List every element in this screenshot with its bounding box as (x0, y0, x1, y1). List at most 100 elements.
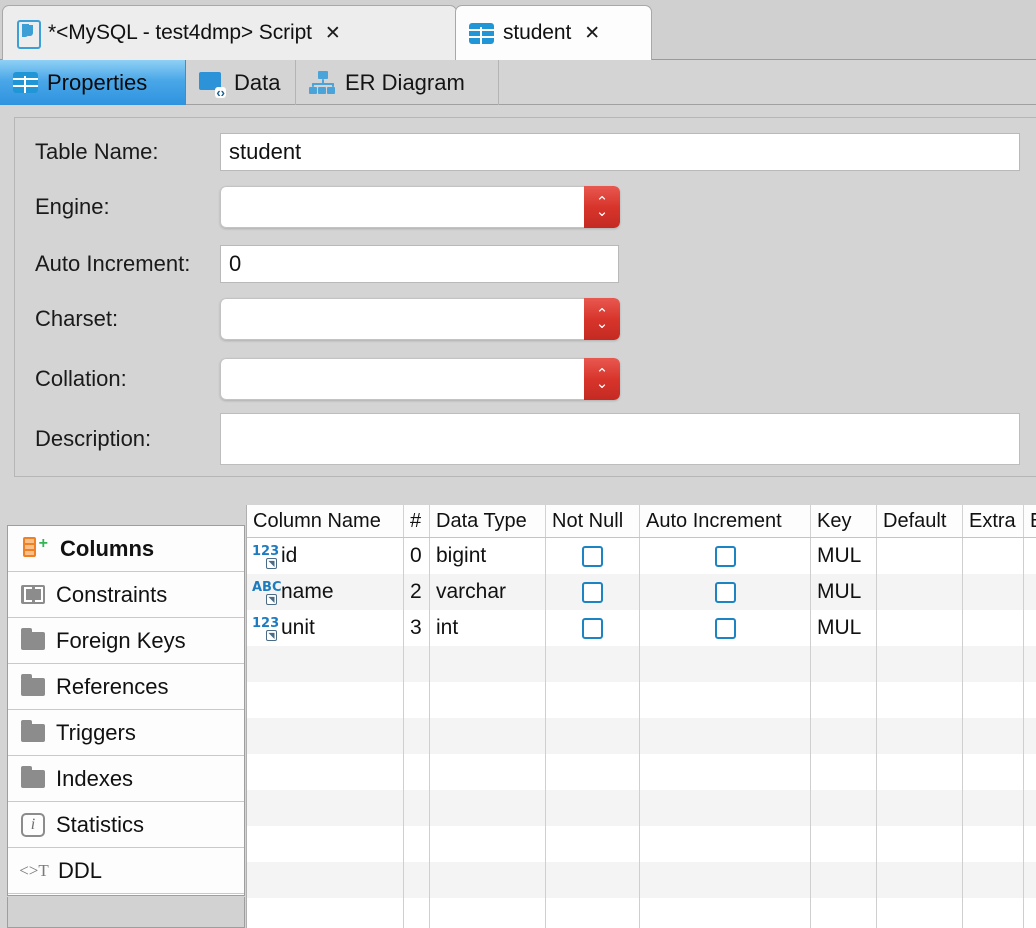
charset-combo[interactable]: ⌃ ⌄ (220, 298, 620, 340)
cell-empty[interactable] (404, 790, 430, 826)
cell-ordinal[interactable]: 0 (404, 538, 430, 574)
cell-empty[interactable] (963, 754, 1024, 790)
cell-empty[interactable] (247, 682, 404, 718)
not-null-checkbox[interactable] (582, 617, 603, 639)
cell-empty[interactable] (963, 646, 1024, 682)
grid-header-cell[interactable]: Extra (963, 505, 1024, 537)
cell-default[interactable] (877, 574, 963, 610)
cell-empty[interactable] (247, 646, 404, 682)
chevron-down-icon[interactable]: ⌄ (596, 204, 609, 219)
cell-empty[interactable] (247, 718, 404, 754)
sidebar-item-constraints[interactable]: Constraints (8, 572, 244, 618)
grid-header-cell[interactable]: Default (877, 505, 963, 537)
cell-empty[interactable] (811, 718, 877, 754)
cell-empty[interactable] (404, 682, 430, 718)
cell-empty[interactable] (963, 682, 1024, 718)
engine-combo[interactable]: ⌃ ⌄ (220, 186, 620, 228)
cell-empty[interactable] (963, 898, 1024, 928)
not-null-checkbox[interactable] (582, 545, 603, 567)
cell-default[interactable] (877, 610, 963, 646)
cell-data-type[interactable]: bigint (430, 538, 546, 574)
table-row-empty[interactable] (247, 682, 1036, 718)
cell-empty[interactable] (963, 862, 1024, 898)
close-icon[interactable]: ✕ (584, 23, 600, 43)
cell-empty[interactable] (546, 790, 640, 826)
cell-empty[interactable] (877, 826, 963, 862)
cell-encoding[interactable] (1024, 574, 1036, 610)
cell-not-null[interactable] (546, 574, 640, 610)
grid-header-cell[interactable]: Key (811, 505, 877, 537)
cell-empty[interactable] (247, 898, 404, 928)
cell-column-name[interactable]: ABC ◥ name (247, 574, 404, 610)
cell-empty[interactable] (404, 826, 430, 862)
cell-empty[interactable] (640, 682, 811, 718)
collation-combo[interactable]: ⌃ ⌄ (220, 358, 620, 400)
grid-header-cell[interactable]: Auto Increment (640, 505, 811, 537)
cell-empty[interactable] (1024, 646, 1036, 682)
cell-empty[interactable] (1024, 682, 1036, 718)
cell-key[interactable]: MUL (811, 610, 877, 646)
cell-encoding[interactable] (1024, 538, 1036, 574)
editor-tab-student[interactable]: student ✕ (455, 5, 652, 60)
cell-key[interactable]: MUL (811, 538, 877, 574)
grid-header-cell[interactable]: Column Name (247, 505, 404, 537)
table-row[interactable]: 123 ◥ unit 3 int MUL (247, 610, 1036, 646)
cell-empty[interactable] (430, 790, 546, 826)
cell-column-name[interactable]: 123 ◥ id (247, 538, 404, 574)
table-row-empty[interactable] (247, 646, 1036, 682)
tab-er-diagram[interactable]: ER Diagram (296, 60, 499, 105)
editor-tab-script[interactable]: *<MySQL - test4dmp> Script ✕ (2, 5, 457, 60)
cell-encoding[interactable] (1024, 610, 1036, 646)
not-null-checkbox[interactable] (582, 581, 603, 603)
auto-increment-input[interactable]: 0 (220, 245, 619, 283)
cell-empty[interactable] (546, 682, 640, 718)
cell-empty[interactable] (430, 754, 546, 790)
cell-empty[interactable] (404, 754, 430, 790)
cell-empty[interactable] (877, 754, 963, 790)
cell-empty[interactable] (640, 754, 811, 790)
cell-ordinal[interactable]: 2 (404, 574, 430, 610)
cell-empty[interactable] (811, 754, 877, 790)
cell-empty[interactable] (811, 790, 877, 826)
grid-header-cell[interactable]: # (404, 505, 430, 537)
auto-increment-checkbox[interactable] (714, 581, 736, 603)
charset-combo-value[interactable] (220, 298, 584, 340)
cell-empty[interactable] (430, 718, 546, 754)
cell-data-type[interactable]: int (430, 610, 546, 646)
cell-empty[interactable] (963, 790, 1024, 826)
cell-empty[interactable] (811, 682, 877, 718)
table-row[interactable]: 123 ◥ id 0 bigint MUL (247, 538, 1036, 574)
cell-empty[interactable] (546, 862, 640, 898)
cell-empty[interactable] (877, 682, 963, 718)
sidebar-item-columns[interactable]: + Columns (8, 526, 244, 572)
cell-empty[interactable] (640, 898, 811, 928)
cell-empty[interactable] (640, 646, 811, 682)
auto-increment-checkbox[interactable] (714, 617, 736, 639)
cell-empty[interactable] (546, 646, 640, 682)
cell-empty[interactable] (877, 790, 963, 826)
cell-empty[interactable] (877, 718, 963, 754)
cell-empty[interactable] (1024, 898, 1036, 928)
cell-auto-increment[interactable] (640, 538, 811, 574)
cell-empty[interactable] (404, 718, 430, 754)
auto-increment-checkbox[interactable] (714, 545, 736, 567)
tab-properties[interactable]: Properties (0, 60, 186, 105)
cell-empty[interactable] (404, 862, 430, 898)
sidebar-item-references[interactable]: References (8, 664, 244, 710)
cell-empty[interactable] (1024, 754, 1036, 790)
table-row-empty[interactable] (247, 862, 1036, 898)
cell-empty[interactable] (247, 754, 404, 790)
cell-empty[interactable] (640, 826, 811, 862)
cell-empty[interactable] (811, 862, 877, 898)
cell-empty[interactable] (404, 898, 430, 928)
cell-empty[interactable] (1024, 862, 1036, 898)
cell-empty[interactable] (877, 862, 963, 898)
chevron-down-icon[interactable]: ⌄ (596, 376, 609, 391)
cell-empty[interactable] (811, 646, 877, 682)
cell-auto-increment[interactable] (640, 610, 811, 646)
table-row-empty[interactable] (247, 898, 1036, 928)
cell-empty[interactable] (811, 826, 877, 862)
chevron-down-icon[interactable]: ⌄ (596, 316, 609, 331)
sidebar-item-indexes[interactable]: Indexes (8, 756, 244, 802)
cell-key[interactable]: MUL (811, 574, 877, 610)
